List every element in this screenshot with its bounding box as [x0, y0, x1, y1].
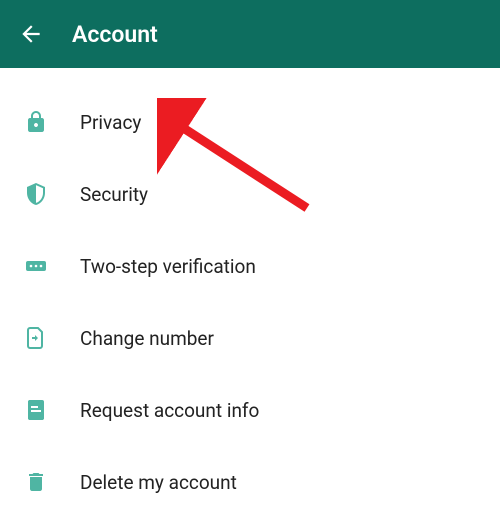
list-item-label: Request account info	[80, 399, 259, 422]
list-item-two-step[interactable]: Two-step verification	[0, 230, 500, 302]
page-title: Account	[72, 21, 158, 48]
settings-list: Privacy Security Two-step verification	[0, 68, 500, 518]
header-bar: Account	[0, 0, 500, 68]
list-item-delete-account[interactable]: Delete my account	[0, 446, 500, 518]
list-item-change-number[interactable]: Change number	[0, 302, 500, 374]
list-item-privacy[interactable]: Privacy	[0, 86, 500, 158]
list-item-label: Two-step verification	[80, 255, 256, 278]
sim-swap-icon	[22, 324, 50, 352]
list-item-security[interactable]: Security	[0, 158, 500, 230]
lock-icon	[22, 108, 50, 136]
pin-icon	[22, 252, 50, 280]
trash-icon	[22, 468, 50, 496]
list-item-label: Privacy	[80, 111, 141, 134]
list-item-request-info[interactable]: Request account info	[0, 374, 500, 446]
list-item-label: Change number	[80, 327, 214, 350]
document-icon	[22, 396, 50, 424]
list-item-label: Security	[80, 183, 148, 206]
back-arrow-icon[interactable]	[18, 21, 44, 47]
shield-icon	[22, 180, 50, 208]
list-item-label: Delete my account	[80, 471, 237, 494]
